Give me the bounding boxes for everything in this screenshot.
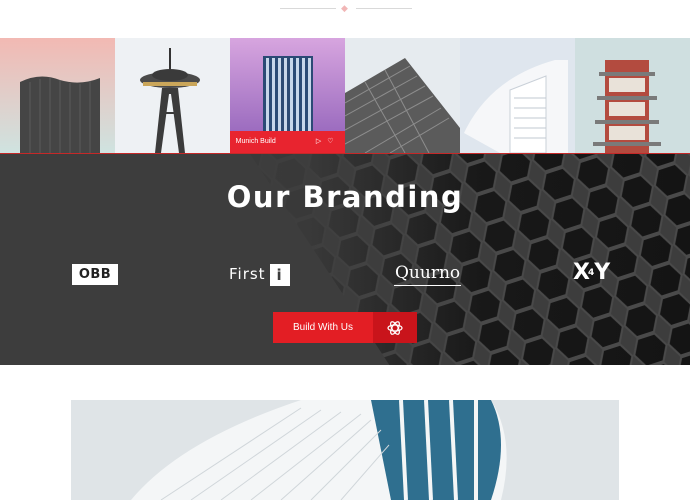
section-divider: ◆: [0, 0, 690, 22]
logo-first-box: i: [269, 263, 290, 286]
space-needle-image: [114, 38, 230, 153]
build-with-us-button[interactable]: Build With Us: [273, 312, 417, 343]
curved-tower-image: [0, 38, 115, 153]
pagoda-tower-image: [575, 38, 690, 153]
build-with-us-label: Build With Us: [292, 322, 353, 333]
blue-glass-building-image: [71, 400, 619, 500]
logo-first[interactable]: First i: [229, 262, 290, 286]
logo-first-text: First: [229, 265, 266, 283]
heart-icon[interactable]: ♡: [327, 138, 339, 145]
logo-xy[interactable]: X4Y: [573, 260, 610, 286]
logo-quurno[interactable]: Quurno: [394, 261, 462, 286]
tile-caption: Munich Build ▷♡: [229, 131, 346, 153]
divider-diamond-icon: ◆: [341, 3, 348, 13]
divider-line-right: [356, 8, 412, 9]
gallery-tile-2[interactable]: [114, 38, 230, 153]
logo-xy-y: Y: [594, 260, 610, 285]
angular-building-image: [345, 38, 461, 153]
play-icon[interactable]: ▷: [316, 138, 327, 145]
gallery-tile-5[interactable]: [460, 38, 576, 153]
tile-caption-label: Munich Build: [235, 138, 276, 145]
white-tower-image: [460, 38, 576, 153]
branding-title: Our Branding: [226, 180, 464, 214]
divider-line-left: [280, 8, 336, 9]
branding-section: Our Branding OBB First i Quurno X4Y Build…: [0, 153, 690, 365]
spiral-logo-icon: [373, 312, 417, 343]
featured-building-image: [71, 400, 619, 500]
gallery-tile-1[interactable]: [0, 38, 115, 153]
logo-xy-x: X: [573, 260, 590, 285]
logo-obb[interactable]: OBB: [72, 264, 118, 285]
gallery-strip: Munich Build ▷♡: [0, 38, 690, 153]
gallery-tile-3[interactable]: Munich Build ▷♡: [229, 38, 346, 153]
gallery-tile-4[interactable]: [345, 38, 461, 153]
gallery-tile-6[interactable]: [575, 38, 690, 153]
